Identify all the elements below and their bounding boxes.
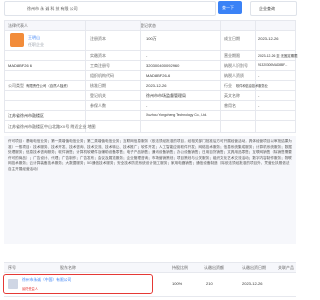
- value-est-date: 2023-12-26: [258, 36, 279, 41]
- business-scope-text: 许可项目：基础电信业务；第一类增值电信业务；第二类增值电信业务；互联网信息服务（…: [8, 139, 292, 171]
- label-paid-capital: 实缴资本: [90, 53, 106, 58]
- value-reg-capital: 100万: [146, 36, 157, 41]
- legal-rep-sub[interactable]: 任职企业: [28, 42, 44, 48]
- shareholder-avatar: [8, 279, 18, 289]
- search-button[interactable]: 查一下: [218, 1, 242, 14]
- shareholder-date: 2023-12-26: [242, 281, 263, 286]
- value-english-name: -: [258, 93, 260, 98]
- label-est-date: 成立日期: [224, 36, 240, 41]
- label-company-type: 公司类型: [8, 83, 24, 88]
- legal-rep-name[interactable]: 王明山: [28, 35, 40, 41]
- shareholder-tag: 最终受益人: [22, 287, 38, 291]
- value-company-type: 有限责任公司（自然人独资）: [26, 84, 71, 88]
- sh-col-ratio: 持股比例: [172, 265, 188, 270]
- label-reg-authority: 登记机关: [90, 93, 106, 98]
- shareholder-row[interactable]: 徐州市永诚（中国）有限公司 最终受益人: [3, 274, 153, 294]
- label-reg-no: 工商注册号: [90, 63, 110, 68]
- header-status: 登记状态: [140, 23, 156, 28]
- value-taxpayer-qual: -: [258, 73, 260, 78]
- label-taxpayer-id: 纳税人识别号: [224, 63, 248, 68]
- value-former-name: -: [258, 103, 260, 108]
- value-region: 江苏省徐州市鼓楼区: [8, 113, 44, 118]
- label-english-name: 英文名称: [224, 93, 240, 98]
- value-insured: -: [146, 103, 148, 108]
- search-input[interactable]: 徐州市 永 诚 科 技 有限 公司: [27, 6, 78, 12]
- sh-col-related: 关联产品: [278, 265, 294, 270]
- label-org-code: 组织机构代码: [90, 73, 114, 78]
- shareholder-ratio: 100%: [172, 281, 183, 286]
- sh-col-name: 股东名称: [60, 265, 76, 270]
- value-credit-code: MAD8BF26 6: [8, 63, 33, 68]
- value-paid-capital: -: [146, 53, 148, 58]
- header-legal-rep: 法律代表人: [8, 23, 28, 28]
- value-reg-no: 320300400092960: [146, 63, 180, 68]
- label-insured: 参保人数: [90, 103, 106, 108]
- address-line[interactable]: 江苏省徐州市鼓楼区中山北路XX号 附近企业 地图: [8, 124, 96, 130]
- value-org-code: MAD8BF26-6: [146, 73, 171, 78]
- label-former-name: 曾用名: [224, 103, 236, 108]
- search-box[interactable]: 徐州市 永 诚 科 技 有限 公司: [4, 1, 216, 16]
- value-reg-authority: 徐州市市场监督管理局: [146, 93, 186, 98]
- label-reg-capital: 注册资本: [90, 36, 106, 41]
- shareholder-name[interactable]: 徐州市永诚（中国）有限公司: [22, 278, 71, 283]
- label-taxpayer-qual: 纳税人资质: [224, 73, 244, 78]
- value-approve-date: 2023-12-26: [146, 83, 167, 88]
- label-approve-date: 核准日期: [90, 83, 106, 88]
- value-term: 2023-12-26 至 无固定期限: [258, 54, 298, 58]
- avatar: [10, 33, 24, 47]
- sh-col-amount: 认缴出资额: [204, 265, 224, 270]
- sh-col-index: 序号: [8, 265, 16, 270]
- label-industry: 行业: [224, 83, 232, 88]
- value-industry: 软件和信息技术服务业: [236, 84, 268, 88]
- shareholder-amount: 210: [206, 281, 213, 286]
- value-english-full: Xuzhou Yongcheng Technology Co., Ltd.: [146, 113, 208, 117]
- label-term: 营业期限: [224, 53, 240, 58]
- enterprise-query-button[interactable]: 企业查询: [250, 1, 297, 16]
- sh-col-date: 认缴出资日期: [242, 265, 266, 270]
- value-taxpayer-id: 91320300MAD8BF...: [258, 63, 288, 67]
